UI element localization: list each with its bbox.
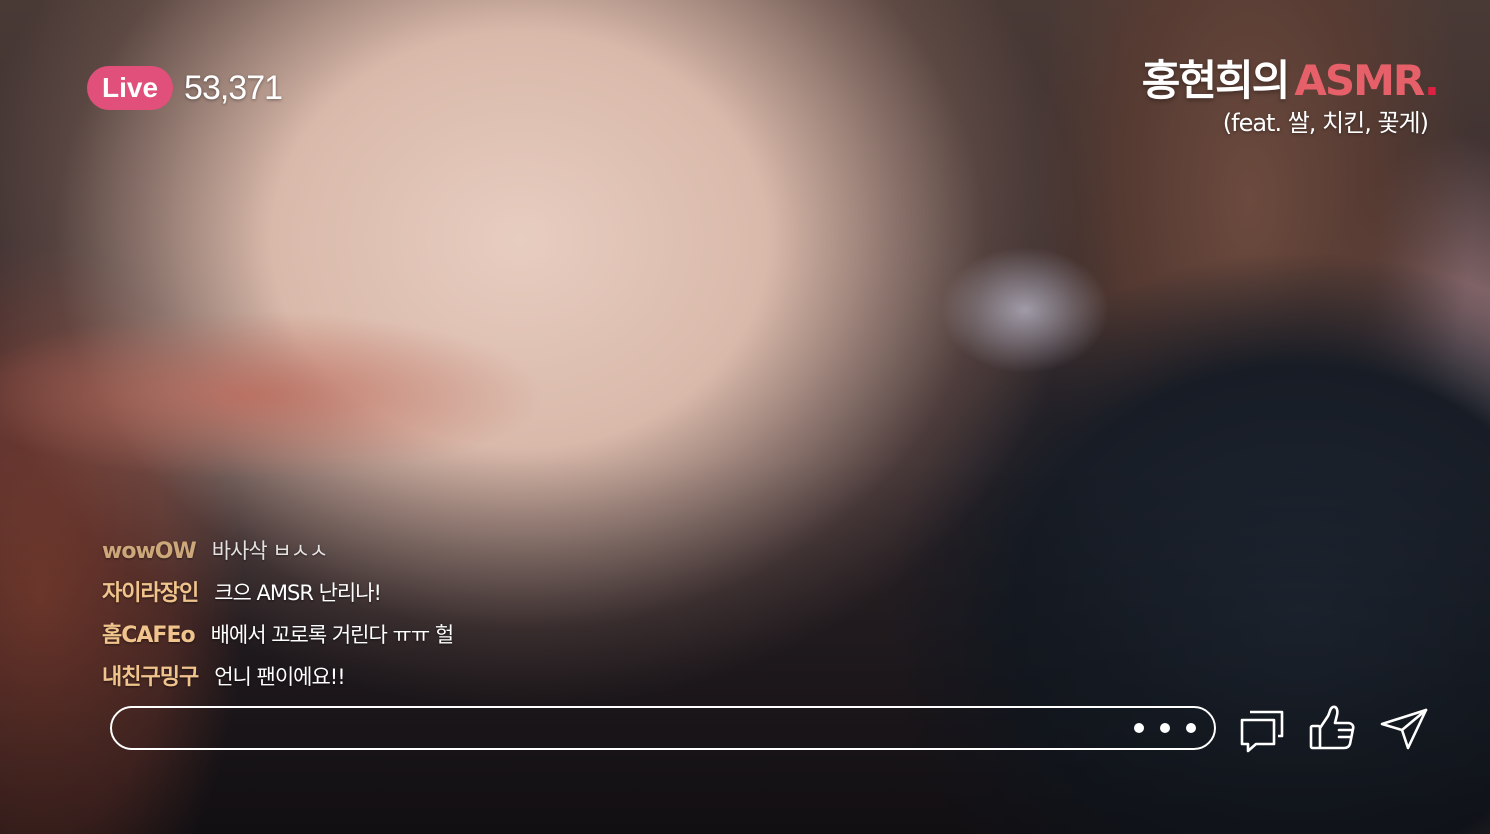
chat-username[interactable]: 내친구밍구 bbox=[102, 657, 199, 699]
stream-title: 홍현희의 ASMR. (feat. 쌀, 치킨, 꽃게) bbox=[1141, 54, 1440, 138]
stream-subtitle: (feat. 쌀, 치킨, 꽃게) bbox=[1222, 109, 1429, 137]
chat-text: 크으 AMSR 난리나! bbox=[214, 581, 382, 605]
title-dot: . bbox=[1424, 56, 1440, 105]
comment-input-bar[interactable] bbox=[110, 706, 1216, 750]
chat-message: wowOW 바사삭 ㅂㅅㅅ bbox=[102, 530, 802, 572]
chat-text: 언니 팬이에요!! bbox=[214, 665, 345, 689]
live-stream-view: Live 53,371 홍현희의 ASMR. (feat. 쌀, 치킨, 꽃게) … bbox=[0, 0, 1490, 834]
live-badge: Live bbox=[87, 66, 174, 110]
chat-list: wowOW 바사삭 ㅂㅅㅅ 자이라장인 크으 AMSR 난리나! 홈CAFEo … bbox=[102, 530, 802, 698]
send-icon[interactable] bbox=[1378, 702, 1430, 754]
chat-username[interactable]: 자이라장인 bbox=[102, 573, 199, 615]
more-icon[interactable] bbox=[1134, 717, 1196, 739]
title-main: 홍현희의 bbox=[1141, 56, 1291, 105]
more-dot bbox=[1186, 723, 1196, 733]
chat-text: 배에서 꼬로록 거린다 ㅠㅠ 헐 bbox=[210, 623, 455, 647]
more-dot bbox=[1160, 723, 1170, 733]
viewer-count: 53,371 bbox=[184, 68, 283, 107]
title-accent: ASMR bbox=[1294, 56, 1426, 105]
thumbs-up-icon[interactable] bbox=[1306, 702, 1358, 754]
chat-message: 자이라장인 크으 AMSR 난리나! bbox=[102, 572, 802, 614]
chat-username[interactable]: 홈CAFEo bbox=[102, 615, 196, 657]
live-indicator: Live 53,371 bbox=[87, 66, 283, 110]
chat-text: 바사삭 ㅂㅅㅅ bbox=[211, 539, 329, 563]
chat-bubble-icon[interactable] bbox=[1236, 702, 1288, 754]
more-dot bbox=[1134, 723, 1144, 733]
chat-message: 홈CAFEo 배에서 꼬로록 거린다 ㅠㅠ 헐 bbox=[102, 614, 802, 656]
chat-message: 내친구밍구 언니 팬이에요!! bbox=[102, 656, 802, 698]
comment-input[interactable] bbox=[132, 712, 1116, 746]
title-line: 홍현희의 ASMR. bbox=[1141, 54, 1440, 108]
chat-username[interactable]: wowOW bbox=[102, 531, 197, 573]
